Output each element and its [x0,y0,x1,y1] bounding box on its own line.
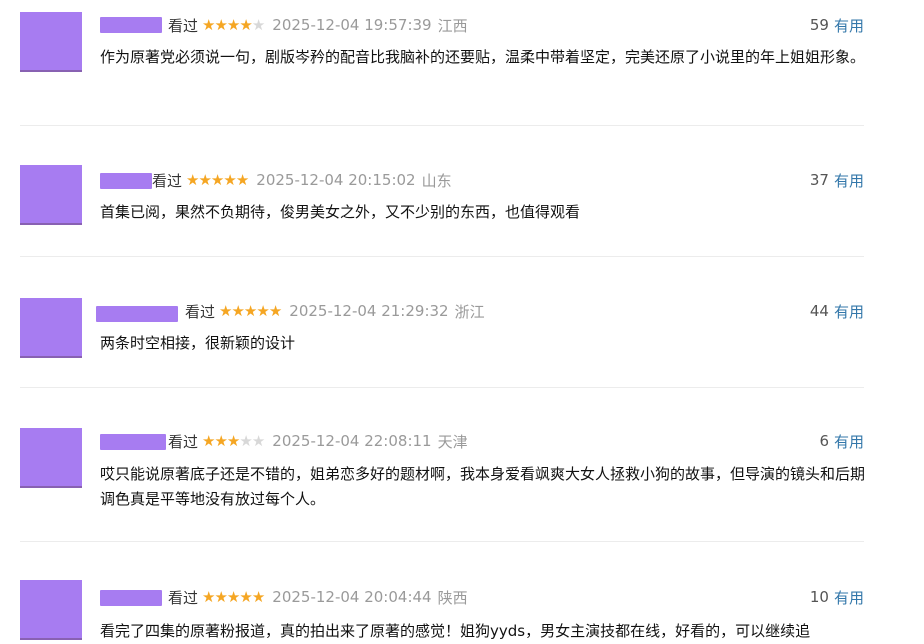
comment-region: 浙江 [454,302,485,321]
star-icon: ★ [243,302,257,320]
comment-meta: 看过 ★ ★ ★ ★ ★ 2025-12-04 20:04:44 陕西 [168,586,468,608]
comment-meta: 看过 ★ ★ ★ ★ ★ 2025-12-04 22:08:11 天津 [168,430,468,452]
comment-time: 2025-12-04 20:15:02 [256,171,416,189]
star-icon: ★ [256,302,269,320]
star-empty-icon: ★ [239,432,252,450]
rating-stars: ★ ★ ★ ★ ★ [219,302,282,320]
vote-area: 59 有用 [810,14,864,36]
star-empty-icon: ★ [251,432,265,450]
star-icon: ★ [226,16,240,34]
useful-button[interactable]: 有用 [834,170,864,191]
watched-label: 看过 [168,432,199,451]
divider [20,541,864,542]
comment-region: 江西 [437,16,468,35]
comment-text: 哎只能说原著底子还是不错的，姐弟恋多好的题材啊，我本身爱看飒爽大女人拯救小狗的故… [100,465,866,508]
username-redacted[interactable] [100,17,162,33]
useful-button[interactable]: 有用 [834,15,864,36]
rating-stars: ★ ★ ★ ★ ★ [186,171,249,189]
comment-meta: 看过 ★ ★ ★ ★ ★ 2025-12-04 20:15:02 山东 [152,169,452,191]
vote-area: 37 有用 [810,169,864,191]
vote-count: 37 [809,171,829,189]
star-icon: ★ [202,588,215,606]
avatar[interactable] [20,12,82,72]
comment-text: 作为原著党必须说一句，剧版岑矜的配音比我脑补的还要贴，温柔中带着坚定，完美还原了… [100,48,866,66]
comment-text: 首集已阅，果然不负期待，俊男美女之外，又不少别的东西，也值得观看 [100,203,581,221]
star-icon: ★ [214,432,227,450]
watched-label: 看过 [168,588,199,607]
watched-label: 看过 [168,16,199,35]
comment-region: 山东 [421,171,452,190]
watched-label: 看过 [185,302,216,321]
star-icon: ★ [186,171,199,189]
comment-text: 两条时空相接，很新颖的设计 [100,334,296,352]
rating-stars: ★ ★ ★ ★ ★ [202,588,265,606]
comment-region: 天津 [437,432,468,451]
comment-time: 2025-12-04 21:29:32 [289,302,449,320]
useful-button[interactable]: 有用 [834,301,864,322]
vote-area: 44 有用 [810,300,864,322]
comment-time: 2025-12-04 22:08:11 [272,432,432,450]
vote-area: 10 有用 [810,586,864,608]
star-icon: ★ [210,171,224,189]
comment-region: 陕西 [437,588,468,607]
watched-label: 看过 [152,171,183,190]
username-redacted[interactable] [96,306,178,322]
rating-stars: ★ ★ ★ ★ ★ [202,16,265,34]
star-icon: ★ [223,171,236,189]
vote-count: 6 [819,432,829,450]
star-icon: ★ [198,171,211,189]
comment-meta: 看过 ★ ★ ★ ★ ★ 2025-12-04 21:29:32 浙江 [185,300,485,322]
divider [20,387,864,388]
useful-button[interactable]: 有用 [834,431,864,452]
star-icon: ★ [235,171,249,189]
star-empty-icon: ★ [251,16,265,34]
username-redacted[interactable] [100,590,162,606]
star-icon: ★ [202,16,215,34]
username-redacted[interactable] [100,434,166,450]
star-icon: ★ [226,588,240,606]
star-icon: ★ [251,588,265,606]
username-redacted[interactable] [100,173,152,189]
comment-time: 2025-12-04 19:57:39 [272,16,432,34]
divider [20,256,864,257]
useful-button[interactable]: 有用 [834,587,864,608]
vote-count: 10 [809,588,829,606]
star-icon: ★ [239,588,252,606]
avatar[interactable] [20,580,82,640]
star-icon: ★ [214,16,227,34]
vote-count: 44 [809,302,829,320]
star-icon: ★ [219,302,232,320]
rating-stars: ★ ★ ★ ★ ★ [202,432,265,450]
star-icon: ★ [239,16,252,34]
avatar[interactable] [20,165,82,225]
star-icon: ★ [202,432,215,450]
comment-time: 2025-12-04 20:04:44 [272,588,432,606]
star-icon: ★ [268,302,282,320]
star-icon: ★ [231,302,244,320]
vote-count: 59 [809,16,829,34]
avatar[interactable] [20,298,82,358]
star-icon: ★ [226,432,240,450]
star-icon: ★ [214,588,227,606]
divider [20,125,864,126]
comment-meta: 看过 ★ ★ ★ ★ ★ 2025-12-04 19:57:39 江西 [168,14,468,36]
vote-area: 6 有用 [819,430,864,452]
comment-text: 看完了四集的原著粉报道，真的拍出来了原著的感觉！姐狗yyds，男女主演技都在线，… [100,622,811,640]
avatar[interactable] [20,428,82,488]
